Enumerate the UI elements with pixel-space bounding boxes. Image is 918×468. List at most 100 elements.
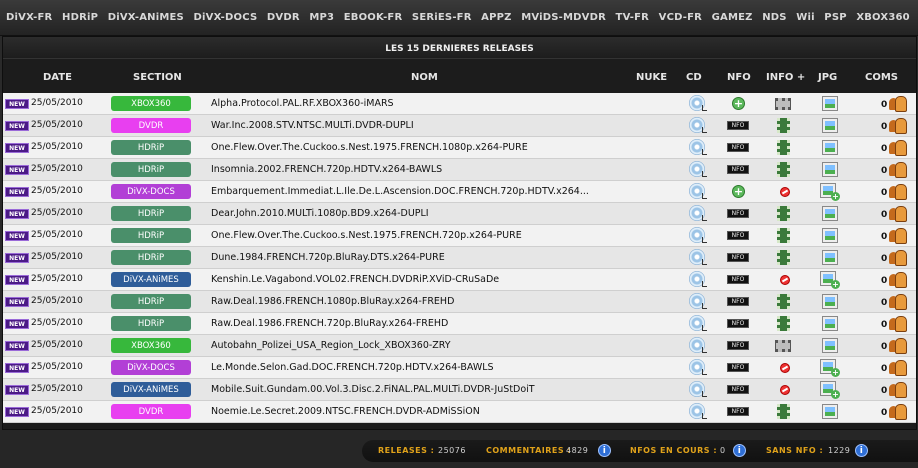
image-icon[interactable] xyxy=(822,404,838,419)
image-icon[interactable] xyxy=(822,140,838,155)
film-info-icon[interactable] xyxy=(777,316,790,331)
cd-icon[interactable] xyxy=(689,95,707,111)
film-info-icon[interactable] xyxy=(777,140,790,155)
add-image-icon[interactable] xyxy=(820,359,840,377)
nav-link-vcd-fr[interactable]: VCD-FR xyxy=(659,12,702,23)
users-icon[interactable] xyxy=(889,338,907,354)
release-name-link[interactable]: Embarquement.Immediat.L.Ile.De.L.Ascensi… xyxy=(211,186,589,197)
nav-link-hdrip[interactable]: HDRiP xyxy=(62,12,98,23)
release-name-link[interactable]: Alpha.Protocol.PAL.RF.XBOX360-iMARS xyxy=(211,98,394,109)
release-name-link[interactable]: Autobahn_Polizei_USA_Region_Lock_XBOX360… xyxy=(211,340,451,351)
release-name-link[interactable]: War.Inc.2008.STV.NTSC.MULTi.DVDR-DUPLI xyxy=(211,120,414,131)
nfos-info-icon[interactable]: i xyxy=(733,444,746,457)
add-image-icon[interactable] xyxy=(820,381,840,399)
film-info-icon[interactable] xyxy=(777,162,790,177)
cd-icon[interactable] xyxy=(689,183,707,199)
nav-link-mvids-mdvdr[interactable]: MViDS-MDVDR xyxy=(521,12,606,23)
add-image-icon[interactable] xyxy=(820,271,840,289)
cd-icon[interactable] xyxy=(689,271,707,287)
release-name-link[interactable]: Noemie.Le.Secret.2009.NTSC.FRENCH.DVDR-A… xyxy=(211,406,480,417)
film-info-icon[interactable] xyxy=(777,206,790,221)
release-name-link[interactable]: Dune.1984.FRENCH.720p.BluRay.DTS.x264-PU… xyxy=(211,252,445,263)
release-name-link[interactable]: Dear.John.2010.MULTi.1080p.BD9.x264-DUPL… xyxy=(211,208,429,219)
section-badge[interactable]: HDRiP xyxy=(111,162,191,177)
nav-link-mp3[interactable]: MP3 xyxy=(309,12,334,23)
film-info-icon[interactable] xyxy=(777,404,790,419)
add-nfo-icon[interactable]: + xyxy=(732,185,745,198)
nav-link-gamez[interactable]: GAMEZ xyxy=(712,12,753,23)
users-icon[interactable] xyxy=(889,162,907,178)
cd-icon[interactable] xyxy=(689,315,707,331)
nav-link-tv-fr[interactable]: TV-FR xyxy=(616,12,650,23)
film-grey-icon[interactable] xyxy=(775,98,791,110)
section-badge[interactable]: HDRiP xyxy=(111,140,191,155)
users-icon[interactable] xyxy=(889,206,907,222)
section-badge[interactable]: HDRiP xyxy=(111,250,191,265)
cd-icon[interactable] xyxy=(689,403,707,419)
release-name-link[interactable]: Mobile.Suit.Gundam.00.Vol.3.Disc.2.FiNAL… xyxy=(211,384,535,395)
cd-icon[interactable] xyxy=(689,359,707,375)
section-badge[interactable]: HDRiP xyxy=(111,316,191,331)
nfo-icon[interactable]: NFO xyxy=(727,297,749,306)
section-badge[interactable]: XBOX360 xyxy=(111,96,191,111)
comments-info-icon[interactable]: i xyxy=(598,444,611,457)
film-grey-icon[interactable] xyxy=(775,340,791,352)
nfo-icon[interactable]: NFO xyxy=(727,407,749,416)
nfo-icon[interactable]: NFO xyxy=(727,143,749,152)
cd-icon[interactable] xyxy=(689,117,707,133)
image-icon[interactable] xyxy=(822,206,838,221)
image-icon[interactable] xyxy=(822,338,838,353)
image-icon[interactable] xyxy=(822,118,838,133)
film-info-icon[interactable] xyxy=(777,118,790,133)
release-name-link[interactable]: One.Flew.Over.The.Cuckoo.s.Nest.1975.FRE… xyxy=(211,230,522,241)
nav-link-series-fr[interactable]: SERiES-FR xyxy=(412,12,472,23)
sans-nfo-info-icon[interactable]: i xyxy=(855,444,868,457)
users-icon[interactable] xyxy=(889,360,907,376)
nav-link-xbox360[interactable]: XBOX360 xyxy=(856,12,909,23)
section-badge[interactable]: HDRiP xyxy=(111,294,191,309)
image-icon[interactable] xyxy=(822,162,838,177)
users-icon[interactable] xyxy=(889,118,907,134)
section-badge[interactable]: DiVX-DOCS xyxy=(111,360,191,375)
nav-link-divx-docs[interactable]: DiVX-DOCS xyxy=(194,12,258,23)
cd-icon[interactable] xyxy=(689,205,707,221)
users-icon[interactable] xyxy=(889,272,907,288)
users-icon[interactable] xyxy=(889,316,907,332)
nav-link-psp[interactable]: PSP xyxy=(824,12,846,23)
nav-link-wii[interactable]: Wii xyxy=(796,12,815,23)
image-icon[interactable] xyxy=(822,250,838,265)
nfo-icon[interactable]: NFO xyxy=(727,319,749,328)
users-icon[interactable] xyxy=(889,294,907,310)
add-image-icon[interactable] xyxy=(820,183,840,201)
section-badge[interactable]: HDRiP xyxy=(111,206,191,221)
nav-link-divx-fr[interactable]: DiVX-FR xyxy=(6,12,52,23)
nfo-icon[interactable]: NFO xyxy=(727,341,749,350)
nfo-icon[interactable]: NFO xyxy=(727,253,749,262)
release-name-link[interactable]: Raw.Deal.1986.FRENCH.1080p.BluRay.x264-F… xyxy=(211,296,454,307)
section-badge[interactable]: DVDR xyxy=(111,404,191,419)
cd-icon[interactable] xyxy=(689,161,707,177)
nav-link-dvdr[interactable]: DVDR xyxy=(267,12,300,23)
nfo-icon[interactable]: NFO xyxy=(727,363,749,372)
add-nfo-icon[interactable]: + xyxy=(732,97,745,110)
release-name-link[interactable]: Le.Monde.Selon.Gad.DOC.FRENCH.720p.HDTV.… xyxy=(211,362,494,373)
cd-icon[interactable] xyxy=(689,139,707,155)
image-icon[interactable] xyxy=(822,316,838,331)
nfo-icon[interactable]: NFO xyxy=(727,275,749,284)
cd-icon[interactable] xyxy=(689,227,707,243)
cd-icon[interactable] xyxy=(689,337,707,353)
section-badge[interactable]: DiVX-ANiMES xyxy=(111,382,191,397)
nav-link-nds[interactable]: NDS xyxy=(762,12,786,23)
nav-link-appz[interactable]: APPZ xyxy=(481,12,511,23)
section-badge[interactable]: HDRiP xyxy=(111,228,191,243)
image-icon[interactable] xyxy=(822,294,838,309)
nfo-icon[interactable]: NFO xyxy=(727,209,749,218)
section-badge[interactable]: XBOX360 xyxy=(111,338,191,353)
release-name-link[interactable]: Insomnia.2002.FRENCH.720p.HDTV.x264-BAWL… xyxy=(211,164,442,175)
users-icon[interactable] xyxy=(889,228,907,244)
release-name-link[interactable]: Raw.Deal.1986.FRENCH.720p.BluRay.x264-FR… xyxy=(211,318,448,329)
image-icon[interactable] xyxy=(822,228,838,243)
users-icon[interactable] xyxy=(889,382,907,398)
cd-icon[interactable] xyxy=(689,381,707,397)
section-badge[interactable]: DVDR xyxy=(111,118,191,133)
